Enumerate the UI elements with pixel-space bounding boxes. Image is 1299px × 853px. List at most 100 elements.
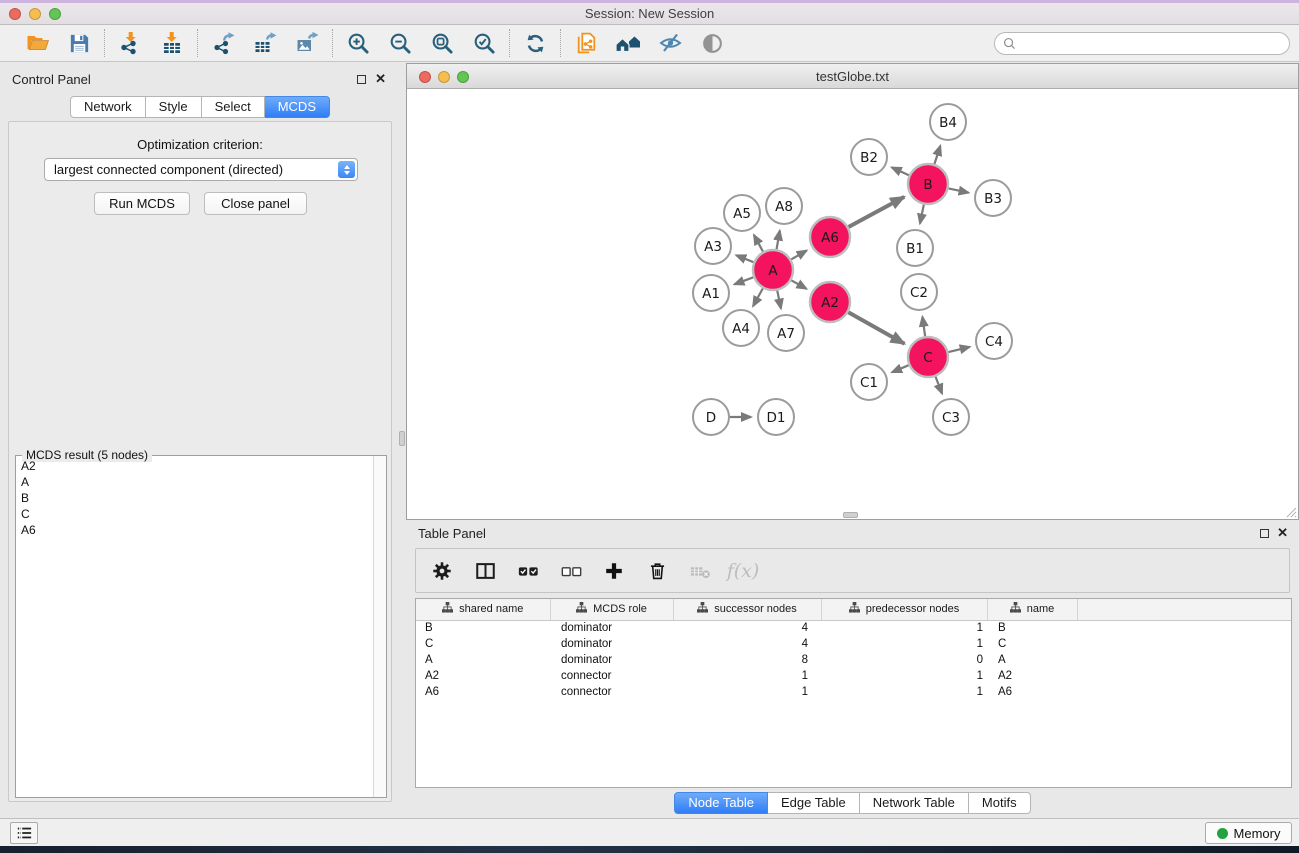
graph-node-B1[interactable]: B1 (897, 230, 933, 266)
delete-table-icon[interactable] (687, 558, 713, 584)
import-table-icon[interactable] (159, 30, 185, 56)
graph-node-B4[interactable]: B4 (930, 104, 966, 140)
table-cell[interactable]: C (987, 636, 1077, 652)
table-cell[interactable]: A2 (987, 668, 1077, 684)
select-all-icon[interactable] (515, 558, 541, 584)
graph-node-A6[interactable]: A6 (810, 217, 850, 257)
graph-node-A1[interactable]: A1 (693, 275, 729, 311)
column-header-successor-nodes[interactable]: successor nodes (673, 599, 821, 620)
table-cell[interactable]: dominator (550, 620, 673, 636)
graph-node-D1[interactable]: D1 (758, 399, 794, 435)
graph-node-D[interactable]: D (693, 399, 729, 435)
float-table-panel-icon[interactable] (1260, 529, 1269, 538)
table-row[interactable]: A6connector11A6 (416, 684, 1291, 700)
deselect-all-icon[interactable] (558, 558, 584, 584)
graph-node-A4[interactable]: A4 (723, 310, 759, 346)
mcds-result-item[interactable]: A (17, 474, 372, 490)
run-mcds-button[interactable]: Run MCDS (94, 192, 190, 215)
table-cell[interactable]: 4 (673, 620, 821, 636)
graph-edge-C-C3[interactable] (936, 377, 943, 394)
vertical-splitter-grip[interactable] (399, 431, 405, 446)
mcds-result-item[interactable]: B (17, 490, 372, 506)
float-panel-icon[interactable] (357, 75, 366, 84)
function-builder-icon[interactable]: f(x) (730, 558, 756, 584)
table-cell[interactable]: 1 (673, 668, 821, 684)
graph-edge-C-C4[interactable] (948, 347, 969, 352)
tab-style[interactable]: Style (146, 96, 202, 118)
zoom-fit-icon[interactable] (429, 30, 455, 56)
table-cell[interactable]: connector (550, 684, 673, 700)
graph-edge-A-A1[interactable] (734, 277, 753, 284)
export-table-icon[interactable] (252, 30, 278, 56)
table-cell[interactable]: 4 (673, 636, 821, 652)
graph-node-C[interactable]: C (908, 337, 948, 377)
table-row[interactable]: Cdominator41C (416, 636, 1291, 652)
table-cell[interactable]: dominator (550, 652, 673, 668)
graph-edge-A-A7[interactable] (777, 291, 781, 309)
tab-node-table[interactable]: Node Table (674, 792, 768, 814)
export-image-icon[interactable] (294, 30, 320, 56)
table-cell[interactable]: 0 (821, 652, 987, 668)
table-cell[interactable]: 8 (673, 652, 821, 668)
close-panel-button[interactable]: Close panel (204, 192, 307, 215)
network-from-file-icon[interactable] (573, 30, 599, 56)
mcds-result-item[interactable]: A2 (17, 458, 372, 474)
column-header-name[interactable]: name (987, 599, 1077, 620)
tab-mcds[interactable]: MCDS (265, 96, 330, 118)
graph-edge-B-B4[interactable] (934, 146, 940, 164)
graph-node-A[interactable]: A (753, 250, 793, 290)
horizontal-splitter-grip[interactable] (843, 512, 858, 518)
table-cell[interactable]: dominator (550, 636, 673, 652)
export-network-icon[interactable] (210, 30, 236, 56)
graph-node-A2[interactable]: A2 (810, 282, 850, 322)
table-row[interactable]: Bdominator41B (416, 620, 1291, 636)
graph-edge-A-A4[interactable] (753, 288, 763, 306)
refresh-layout-icon[interactable] (522, 30, 548, 56)
zoom-in-icon[interactable] (345, 30, 371, 56)
add-column-icon[interactable] (601, 558, 627, 584)
graph-edge-B-B3[interactable] (949, 188, 969, 192)
table-cell[interactable]: C (416, 636, 550, 652)
tab-network-table[interactable]: Network Table (860, 792, 969, 814)
network-window-titlebar[interactable]: testGlobe.txt (407, 64, 1298, 89)
graph-node-A8[interactable]: A8 (766, 188, 802, 224)
graph-node-B3[interactable]: B3 (975, 180, 1011, 216)
graph-edge-A-A3[interactable] (736, 255, 753, 262)
tab-select[interactable]: Select (202, 96, 265, 118)
first-neighbors-icon[interactable] (615, 30, 641, 56)
graph-edge-A6-B[interactable] (848, 197, 904, 227)
mcds-result-item[interactable]: A6 (17, 522, 372, 538)
graph-edge-A-A5[interactable] (754, 235, 763, 252)
table-cell[interactable]: A (987, 652, 1077, 668)
delete-column-icon[interactable] (644, 558, 670, 584)
search-box[interactable] (994, 32, 1290, 55)
table-cell[interactable]: A6 (416, 684, 550, 700)
table-row[interactable]: A2connector11A2 (416, 668, 1291, 684)
search-input[interactable] (1021, 37, 1281, 51)
graph-node-A5[interactable]: A5 (724, 195, 760, 231)
graph-node-C4[interactable]: C4 (976, 323, 1012, 359)
tab-network[interactable]: Network (70, 96, 146, 118)
graph-node-B[interactable]: B (908, 164, 948, 204)
graph-node-A7[interactable]: A7 (768, 315, 804, 351)
graph-node-C1[interactable]: C1 (851, 364, 887, 400)
table-cell[interactable]: 1 (821, 684, 987, 700)
graph-edge-C-C2[interactable] (922, 317, 925, 336)
graph-edge-A-A6[interactable] (791, 251, 806, 260)
table-cell[interactable]: 1 (821, 668, 987, 684)
graph-node-C2[interactable]: C2 (901, 274, 937, 310)
zoom-out-icon[interactable] (387, 30, 413, 56)
column-header-shared-name[interactable]: shared name (416, 599, 550, 620)
table-cell[interactable]: B (987, 620, 1077, 636)
close-panel-icon[interactable]: ✕ (375, 72, 386, 86)
memory-button[interactable]: Memory (1205, 822, 1292, 844)
table-cell[interactable]: connector (550, 668, 673, 684)
column-header-MCDS-role[interactable]: MCDS role (550, 599, 673, 620)
window-resize-grip[interactable] (1284, 505, 1297, 518)
table-row[interactable]: Adominator80A (416, 652, 1291, 668)
table-cell[interactable]: B (416, 620, 550, 636)
zoom-selected-icon[interactable] (471, 30, 497, 56)
settings-gear-icon[interactable] (429, 558, 455, 584)
graph-edge-A-A2[interactable] (791, 280, 806, 289)
import-network-icon[interactable] (117, 30, 143, 56)
